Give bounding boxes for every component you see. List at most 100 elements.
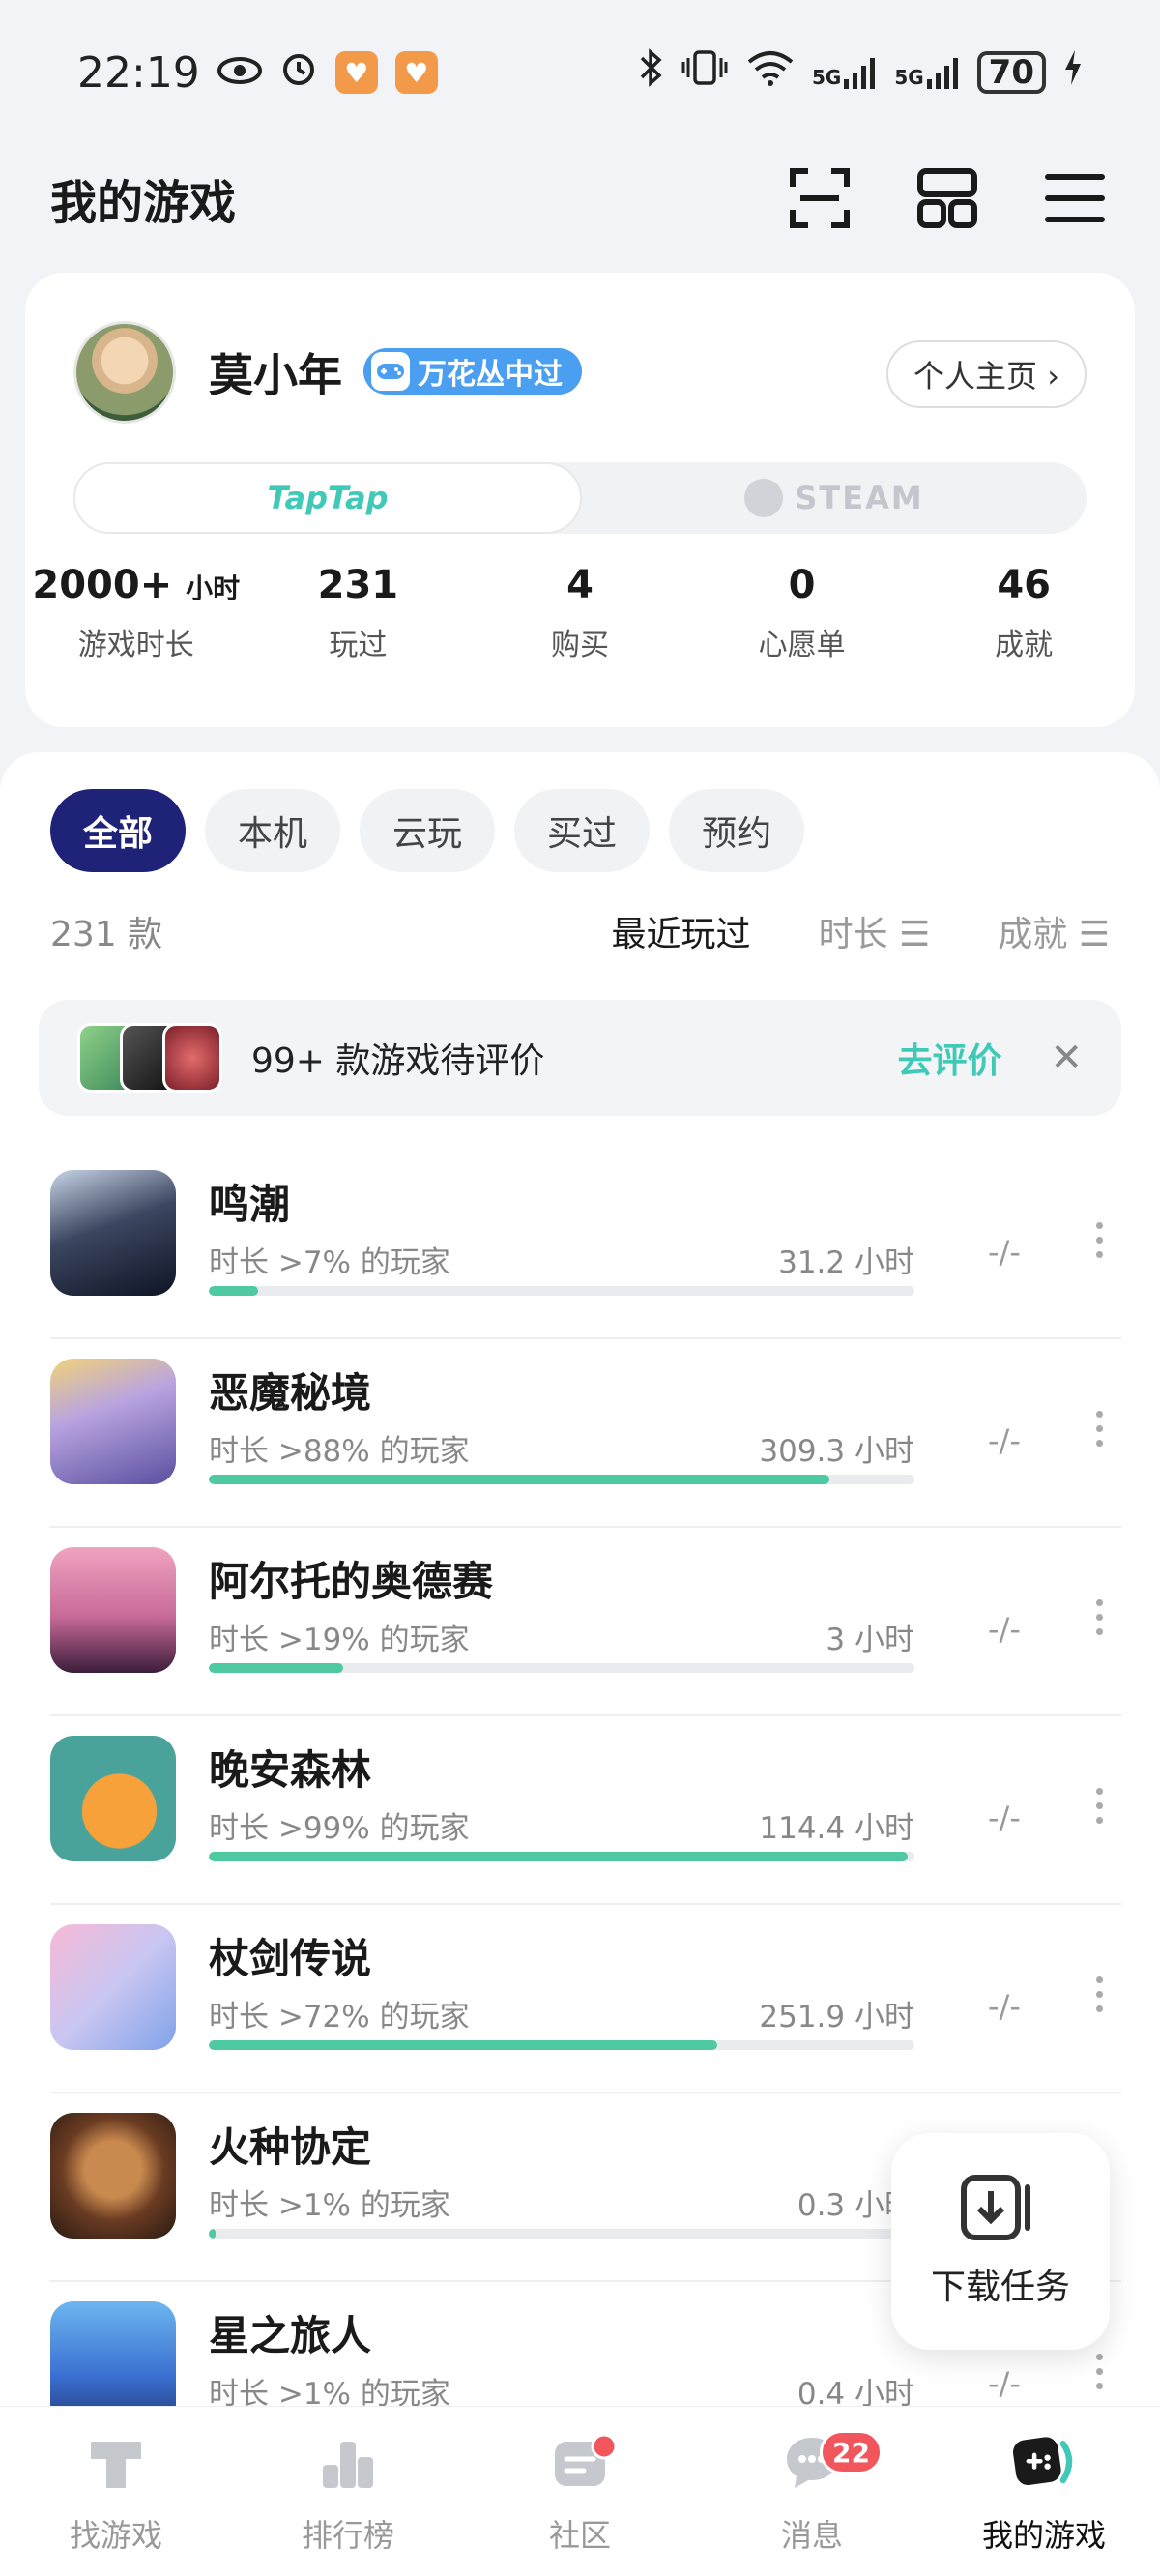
progress-fill (209, 1852, 908, 1861)
game-name: 鸣潮 (209, 1181, 291, 1228)
close-icon[interactable]: ✕ (1050, 1036, 1083, 1080)
game-meta: 时长 >99% 的玩家 114.4 小时 (209, 1803, 914, 1847)
scan-button[interactable] (785, 163, 855, 233)
game-row[interactable]: 杖剑传说 时长 >72% 的玩家 251.9 小时 -/- (50, 1905, 1121, 2093)
filter-all[interactable]: 全部 (50, 789, 187, 872)
game-meta: 时长 >88% 的玩家 309.3 小时 (209, 1426, 914, 1470)
game-icon-altos-odyssey (50, 1547, 176, 1673)
playtime-rank: 时长 >88% 的玩家 (209, 1434, 470, 1469)
profile-page-button[interactable]: 个人主页 › (886, 340, 1087, 408)
app-notification-icon-2: ♥ (394, 51, 438, 94)
more-options-icon[interactable] (1096, 1788, 1103, 1824)
badge-label: 万花丛中过 (418, 358, 563, 392)
platform-switch: TapTap STEAM (73, 462, 1087, 534)
stat-label: 心愿单 (758, 629, 846, 662)
playtime-rank: 时长 >99% 的玩家 (209, 1811, 470, 1846)
achievement-value: -/- (988, 1422, 1021, 1459)
game-name: 阿尔托的奥德赛 (209, 1558, 494, 1605)
game-icon-spark-pact (50, 2113, 176, 2239)
playtime-progress-bar (209, 1475, 914, 1484)
game-row[interactable]: 鸣潮 时长 >7% 的玩家 31.2 小时 -/- (50, 1151, 1121, 1339)
go-review-button[interactable]: 去评价 (897, 1033, 1001, 1083)
playtime-progress-bar (209, 1663, 914, 1673)
stat-label: 游戏时长 (77, 629, 194, 662)
game-count: 231 款 (50, 915, 163, 954)
game-name: 晚安森林 (209, 1746, 372, 1794)
stat-playtime[interactable]: 2000+ 小时 游戏时长 (25, 563, 247, 688)
sort-playtime[interactable]: 时长 ☰ (819, 906, 931, 956)
game-row[interactable]: 阿尔托的奥德赛 时长 >19% 的玩家 3 小时 -/- (50, 1528, 1121, 1716)
playtime-progress-bar (209, 2229, 914, 2239)
achievement-value: -/- (988, 1988, 1021, 2025)
filter-tabs: 全部 本机 云玩 买过 预约 (50, 789, 805, 872)
grid-layout-icon (917, 168, 977, 228)
playtime-hours: 3 小时 (826, 1623, 914, 1657)
notification-dot (591, 2433, 618, 2460)
stat-played[interactable]: 231 玩过 (247, 563, 470, 688)
more-options-icon[interactable] (1096, 1222, 1103, 1258)
taptap-logo-icon (81, 2428, 151, 2498)
playtime-progress-bar (209, 1286, 914, 1296)
network-type-1: 5G (811, 66, 842, 89)
progress-fill (209, 2229, 217, 2239)
nav-find-games[interactable]: 找游戏 (0, 2407, 232, 2576)
game-icon-sword-legend (50, 1924, 176, 2050)
achievement-value: -/- (988, 1800, 1021, 1836)
tab-steam[interactable]: STEAM (582, 462, 1087, 534)
review-text: 99+ 款游戏待评价 (251, 1041, 545, 1081)
sort-recent[interactable]: 最近玩过 (612, 906, 751, 956)
steam-label: STEAM (795, 480, 924, 516)
playtime-rank: 时长 >1% 的玩家 (209, 2188, 450, 2223)
game-icon-demon-realm (50, 1359, 176, 1484)
playtime-hours: 31.2 小时 (778, 1245, 914, 1280)
filter-cloud[interactable]: 云玩 (360, 789, 496, 872)
game-row[interactable]: 晚安森林 时长 >99% 的玩家 114.4 小时 -/- (50, 1716, 1121, 1905)
profile-card: 莫小年 万花丛中过 个人主页 › TapTap STEAM 2000+ 小时 游… (25, 273, 1135, 727)
layout-button[interactable] (913, 163, 982, 233)
stat-value: 4 (566, 563, 594, 607)
achievement-value: -/- (988, 1611, 1021, 1648)
filter-local[interactable]: 本机 (205, 789, 341, 872)
menu-button[interactable] (1040, 163, 1110, 233)
nav-messages[interactable]: 消息 22 (696, 2407, 928, 2576)
more-options-icon[interactable] (1096, 1411, 1103, 1447)
signal-icon-2: 5G (894, 56, 959, 89)
stat-purchased[interactable]: 4 购买 (469, 563, 691, 688)
tab-taptap[interactable]: TapTap (73, 462, 582, 534)
stats-row: 2000+ 小时 游戏时长 231 玩过 4 购买 0 心愿单 46 成就 (25, 563, 1135, 688)
status-bar: 22:19 ♥ ♥ 5G 5G 70 (0, 0, 1160, 145)
more-options-icon[interactable] (1096, 2354, 1103, 2389)
stat-value: 46 (997, 563, 1051, 607)
playtime-rank: 时长 >7% 的玩家 (209, 1245, 450, 1280)
stat-value: 231 (317, 563, 399, 607)
eye-icon (217, 50, 262, 95)
stat-wishlist[interactable]: 0 心愿单 (691, 563, 914, 688)
game-thumb-icon (162, 1023, 222, 1093)
nav-my-games[interactable]: 我的游戏 (928, 2407, 1160, 2576)
nav-community[interactable]: 社区 (464, 2407, 696, 2576)
filter-bought[interactable]: 买过 (514, 789, 651, 872)
bluetooth-icon (638, 48, 663, 97)
download-tasks-button[interactable]: 下载任务 (891, 2133, 1110, 2350)
pending-game-icons (77, 1023, 222, 1093)
avatar[interactable] (73, 321, 176, 424)
filter-reserved[interactable]: 预约 (669, 789, 805, 872)
playtime-hours: 114.4 小时 (759, 1811, 914, 1846)
status-left: 22:19 ♥ ♥ (77, 48, 438, 98)
stat-achievements[interactable]: 46 成就 (913, 563, 1135, 688)
alarm-icon (279, 48, 318, 97)
app-notification-icon: ♥ (334, 51, 378, 94)
review-banner[interactable]: 99+ 款游戏待评价 去评价 ✕ (39, 1000, 1121, 1116)
game-name: 火种协定 (209, 2123, 372, 2171)
sort-achievement[interactable]: 成就 ☰ (998, 906, 1110, 956)
header-actions (785, 163, 1110, 233)
game-meta: 时长 >7% 的玩家 31.2 小时 (209, 1238, 914, 1281)
download-icon (961, 2175, 1030, 2240)
progress-fill (209, 1286, 259, 1296)
game-row[interactable]: 恶魔秘境 时长 >88% 的玩家 309.3 小时 -/- (50, 1339, 1121, 1528)
nav-rankings[interactable]: 排行榜 (232, 2407, 464, 2576)
network-type-2: 5G (894, 66, 924, 89)
more-options-icon[interactable] (1096, 1599, 1103, 1635)
more-options-icon[interactable] (1096, 1976, 1103, 2012)
user-badge[interactable]: 万花丛中过 (363, 348, 582, 395)
